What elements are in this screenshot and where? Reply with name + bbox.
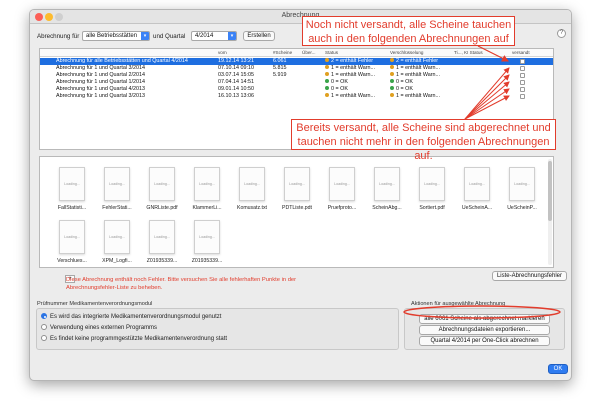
arrow-sent-3 <box>464 81 510 120</box>
arrow-sent-5 <box>464 95 510 120</box>
annotation-arrows <box>464 45 510 120</box>
arrow-not-sent <box>477 45 510 62</box>
highlight-ellipse <box>403 305 561 319</box>
arrow-sent-2 <box>464 74 510 120</box>
